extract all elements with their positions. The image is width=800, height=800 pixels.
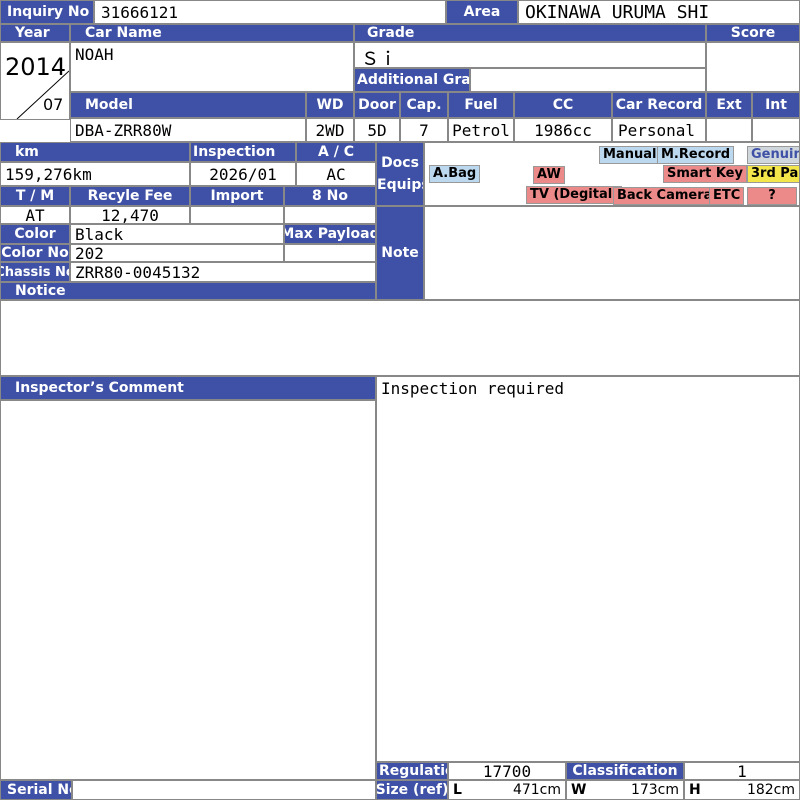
notice-content bbox=[0, 300, 800, 376]
size-w-value: 173cm bbox=[630, 782, 679, 798]
color-label: Color bbox=[0, 224, 70, 244]
equipment-panel: Manual M.Record Genuine A.Bag AW Smart K… bbox=[424, 142, 800, 206]
cc-label: CC bbox=[514, 92, 612, 118]
ac-value: AC bbox=[296, 162, 376, 186]
ac-label: A / C bbox=[296, 142, 376, 162]
inspection-note-text: Inspection required bbox=[381, 379, 565, 398]
equips-label: Equips bbox=[377, 177, 423, 193]
size-w-label: W bbox=[571, 782, 587, 798]
year-label: Year bbox=[0, 24, 70, 42]
inspector-comment-label: Inspector’s Comment bbox=[0, 376, 376, 400]
max-payload-label: Max Payload bbox=[284, 224, 376, 244]
size-width: W 173cm bbox=[566, 780, 684, 800]
int-value bbox=[752, 118, 800, 142]
serial-no-value bbox=[72, 780, 376, 800]
note-value bbox=[424, 206, 800, 300]
import-label: Import bbox=[190, 186, 284, 206]
additional-grade-value bbox=[470, 68, 706, 92]
size-h-value: 182cm bbox=[746, 782, 795, 798]
car-record-label: Car Record bbox=[612, 92, 706, 118]
door-value: 5D bbox=[354, 118, 400, 142]
size-l-value: 471cm bbox=[512, 782, 561, 798]
color-no-label: Color No bbox=[0, 244, 70, 262]
inspection-note: Inspection required bbox=[376, 376, 800, 762]
classification-label: Classification bbox=[566, 762, 684, 780]
tm-label: T / M bbox=[0, 186, 70, 206]
ext-value bbox=[706, 118, 752, 142]
size-length: L 471cm bbox=[448, 780, 566, 800]
month-value: 07 bbox=[43, 95, 64, 114]
model-label: Model bbox=[70, 92, 306, 118]
docs-label: Docs bbox=[381, 155, 419, 171]
chassis-no-label: Chassis No bbox=[0, 262, 70, 282]
note-label: Note bbox=[376, 206, 424, 300]
recycle-fee-label: Recyle Fee bbox=[70, 186, 190, 206]
regulation-value: 17700 bbox=[448, 762, 566, 780]
fuel-label: Fuel bbox=[448, 92, 514, 118]
tag-third-party: 3rd Party bbox=[747, 165, 799, 183]
score-label: Score bbox=[706, 24, 800, 42]
inspector-comment-area bbox=[0, 400, 376, 780]
wd-value: 2WD bbox=[306, 118, 354, 142]
tag-aw: AW bbox=[533, 166, 565, 184]
notice-label: Notice bbox=[0, 282, 376, 300]
tm-value: AT bbox=[0, 206, 70, 224]
ext-label: Ext bbox=[706, 92, 752, 118]
cc-value: 1986cc bbox=[514, 118, 612, 142]
cap-value: 7 bbox=[400, 118, 448, 142]
fuel-value: Petrol bbox=[448, 118, 514, 142]
tag-unknown: ? bbox=[747, 187, 797, 205]
tag-back-camera: Back Camera bbox=[613, 187, 717, 205]
max-payload-value bbox=[284, 244, 376, 262]
km-label: km bbox=[0, 142, 190, 162]
km-value: 159,276km bbox=[0, 162, 190, 186]
year-box: 2014 07 bbox=[0, 42, 70, 120]
docs-equips-label: Docs Equips bbox=[376, 142, 424, 206]
color-no-value: 202 bbox=[70, 244, 284, 262]
model-value: DBA-ZRR80W bbox=[70, 118, 306, 142]
size-l-label: L bbox=[453, 782, 462, 798]
additional-grade-label: Additional Grade bbox=[354, 68, 470, 92]
tag-etc: ETC bbox=[709, 187, 745, 205]
car-name-label: Car Name bbox=[70, 24, 354, 42]
cap-label: Cap. bbox=[400, 92, 448, 118]
tag-tv: TV (Degital) bbox=[526, 186, 623, 204]
tag-manual: Manual bbox=[599, 146, 661, 164]
tag-genuine: Genuine bbox=[747, 146, 799, 164]
door-label: Door bbox=[354, 92, 400, 118]
car-record-value: Personal bbox=[612, 118, 706, 142]
import-value bbox=[190, 206, 284, 224]
grade-value: Ｓｉ bbox=[354, 42, 706, 68]
tag-m-record: M.Record bbox=[657, 146, 735, 164]
classification-value: 1 bbox=[684, 762, 800, 780]
inquiry-no-value: 31666121 bbox=[94, 0, 446, 24]
size-ref-label: Size (ref) bbox=[376, 780, 448, 800]
chassis-no-value: ZRR80-0045132 bbox=[70, 262, 376, 282]
inspection-value: 2026/01 bbox=[190, 162, 296, 186]
color-value: Black bbox=[70, 224, 284, 244]
int-label: Int bbox=[752, 92, 800, 118]
inquiry-no-label: Inquiry No bbox=[0, 0, 94, 24]
eight-no-label: 8 No bbox=[284, 186, 376, 206]
tag-a-bag: A.Bag bbox=[429, 165, 481, 183]
year-value: 2014 bbox=[5, 53, 67, 81]
serial-no-label: Serial No bbox=[0, 780, 72, 800]
area-label: Area bbox=[446, 0, 518, 24]
inspection-label: Inspection bbox=[190, 142, 296, 162]
area-value: OKINAWA URUMA SHI bbox=[518, 0, 800, 24]
recycle-fee-value: 12,470 bbox=[70, 206, 190, 224]
size-h-label: H bbox=[689, 782, 701, 798]
car-name-value: NOAH bbox=[70, 42, 354, 92]
regulation-label: Regulation bbox=[376, 762, 448, 780]
grade-label: Grade bbox=[354, 24, 706, 42]
wd-label: WD bbox=[306, 92, 354, 118]
tag-smart-key: Smart Key bbox=[663, 165, 747, 183]
score-value bbox=[706, 42, 800, 92]
size-height: H 182cm bbox=[684, 780, 800, 800]
eight-no-value bbox=[284, 206, 376, 224]
